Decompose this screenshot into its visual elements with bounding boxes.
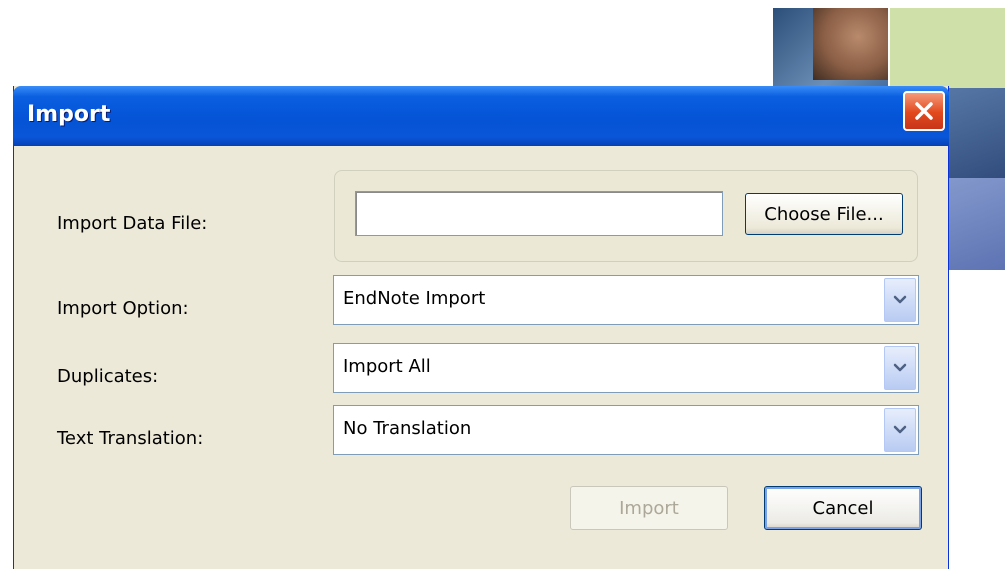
cancel-button[interactable]: Cancel <box>764 486 922 530</box>
choose-file-button[interactable]: Choose File... <box>745 193 903 235</box>
import-button[interactable]: Import <box>570 486 728 530</box>
chevron-down-icon <box>893 295 907 304</box>
close-icon <box>915 102 933 120</box>
chevron-down-icon <box>893 425 907 434</box>
import-data-file-label: Import Data File: <box>57 213 208 234</box>
text-translation-select[interactable]: No Translation <box>333 405 919 455</box>
import-option-value: EndNote Import <box>343 288 486 309</box>
import-option-select[interactable]: EndNote Import <box>333 275 919 325</box>
duplicates-value: Import All <box>343 356 431 377</box>
file-select-group: Choose File... <box>334 170 918 262</box>
close-button[interactable] <box>903 91 945 131</box>
text-translation-label: Text Translation: <box>57 428 204 449</box>
duplicates-dropdown-button[interactable] <box>884 346 916 390</box>
background-photo-face <box>813 8 888 80</box>
background-tile-green <box>890 8 1005 88</box>
title-bar[interactable]: Import <box>13 86 949 146</box>
dialog-title: Import <box>27 102 111 127</box>
import-dialog: Import Import Data File: Choose File... … <box>13 86 949 569</box>
duplicates-label: Duplicates: <box>57 366 159 387</box>
text-translation-dropdown-button[interactable] <box>884 408 916 452</box>
dialog-body: Import Data File: Choose File... Import … <box>14 146 948 569</box>
data-file-input[interactable] <box>355 191 723 236</box>
text-translation-value: No Translation <box>343 418 472 439</box>
duplicates-select[interactable]: Import All <box>333 343 919 393</box>
import-option-dropdown-button[interactable] <box>884 278 916 322</box>
chevron-down-icon <box>893 363 907 372</box>
import-option-label: Import Option: <box>57 298 189 319</box>
